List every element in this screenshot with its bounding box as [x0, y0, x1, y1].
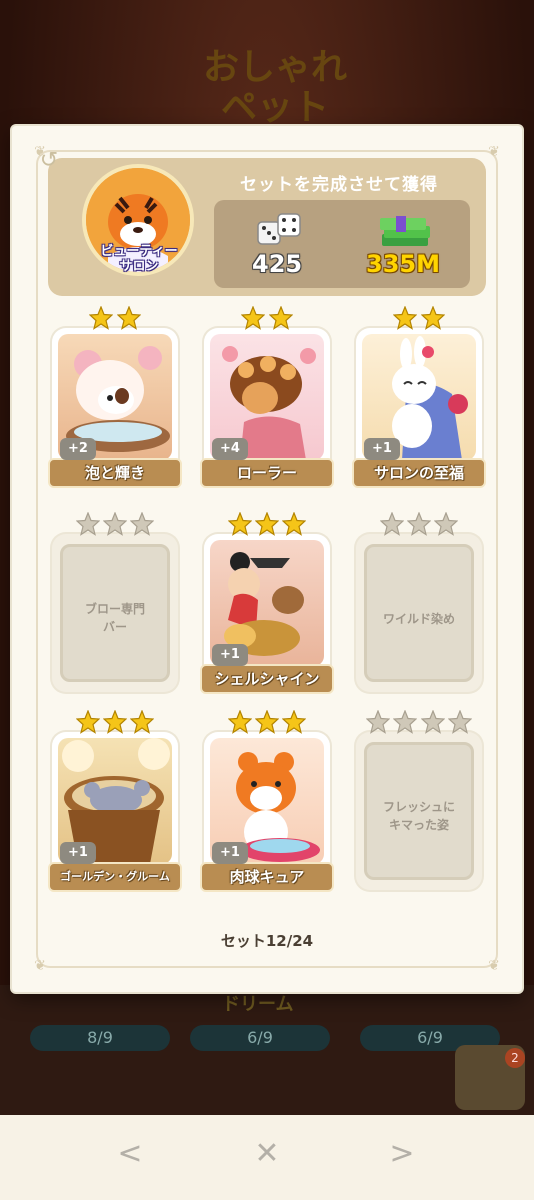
sticker-card-2[interactable]: +4 ローラー — [200, 306, 334, 488]
card-name: 肉球キュア — [200, 862, 334, 892]
cash-reward-value: 335M — [366, 250, 440, 278]
album-title-line2: ペット — [220, 87, 329, 128]
card-count-badge: +4 — [212, 438, 248, 460]
dice-icon — [257, 213, 301, 245]
card-count-badge: +1 — [60, 842, 96, 864]
card-stars — [356, 306, 482, 334]
card-name: サロンの至福 — [352, 458, 486, 488]
star-empty-icon — [434, 512, 459, 536]
star-icon — [75, 710, 100, 734]
missing-card-name-line2: バー — [102, 620, 127, 634]
star-icon — [116, 306, 141, 330]
star-empty-icon — [130, 512, 155, 536]
corner-ornament-icon: ❦ — [488, 144, 500, 160]
card-count-badge: +1 — [212, 842, 248, 864]
star-empty-icon — [103, 512, 127, 536]
card-name: シェルシャイン — [200, 664, 334, 694]
sticker-card-1[interactable]: +2 泡と輝き — [48, 306, 182, 488]
sticker-card-4-missing[interactable]: ブロー専門 バー — [52, 512, 178, 692]
corner-ornament-icon: ❦ — [34, 958, 46, 974]
star-icon — [268, 306, 293, 330]
card-count-badge: +1 — [364, 438, 400, 460]
album-title-line1: おしゃれ — [202, 47, 347, 88]
missing-card-name-line1: ブロー専門 — [84, 602, 145, 616]
card-stars — [52, 512, 178, 540]
notification-badge: 2 — [505, 1048, 525, 1068]
star-icon — [420, 306, 445, 330]
card-name: ゴールデン・グルーム — [48, 862, 182, 892]
reward-title: セットを完成させて獲得 — [240, 175, 438, 195]
card-count-badge: +1 — [212, 644, 248, 666]
close-button[interactable]: ✕ — [237, 1130, 297, 1178]
star-icon — [282, 710, 307, 734]
prev-set-button[interactable]: < — [100, 1130, 160, 1178]
star-empty-icon — [366, 710, 391, 734]
sticker-card-9-missing[interactable]: フレッシュに キマった姿 — [356, 710, 482, 890]
dice-reward-value: 425 — [252, 250, 303, 278]
card-name: 泡と輝き — [48, 458, 182, 488]
sticker-card-3[interactable]: +1 サロンの至福 — [352, 306, 486, 488]
background-set-label: ドリーム — [222, 994, 294, 1015]
star-empty-icon — [420, 710, 445, 734]
star-icon — [130, 710, 155, 734]
missing-card-frame: ワイルド染め — [356, 534, 482, 692]
card-stars — [204, 512, 330, 540]
star-empty-icon — [379, 512, 404, 536]
album-title: おしゃれ ペット — [195, 48, 355, 128]
set-name-line1: ビューティー — [100, 244, 178, 259]
star-icon — [103, 710, 127, 734]
set-name: ビューティー サロン — [80, 244, 198, 274]
card-stars — [52, 306, 178, 334]
star-icon — [255, 512, 279, 536]
missing-card-frame: ブロー専門 バー — [52, 534, 178, 692]
star-empty-icon — [407, 512, 431, 536]
card-stars — [356, 710, 482, 738]
star-empty-icon — [75, 512, 100, 536]
set-name-line2: サロン — [119, 259, 159, 274]
card-stars — [204, 710, 330, 738]
background-progress-1: 8/9 — [30, 1025, 170, 1051]
star-empty-icon — [447, 710, 472, 734]
sticker-card-8[interactable]: +1 肉球キュア — [200, 710, 334, 892]
star-icon — [241, 306, 266, 330]
missing-card-name: フレッシュに キマった姿 — [364, 798, 474, 834]
card-name: ローラー — [200, 458, 334, 488]
missing-card-name: ワイルド染め — [382, 612, 455, 626]
cash-stack-icon — [380, 216, 430, 246]
star-icon — [89, 306, 114, 330]
card-stars — [356, 512, 482, 540]
star-icon — [393, 306, 418, 330]
star-icon — [227, 710, 252, 734]
next-set-button[interactable]: > — [372, 1130, 432, 1178]
corner-ornament-icon: ❦ — [488, 958, 500, 974]
card-stars — [52, 710, 178, 738]
history-icon[interactable]: ↺ — [34, 146, 64, 176]
star-icon — [255, 710, 279, 734]
missing-card-name-line2: キマった姿 — [388, 818, 449, 832]
sticker-card-7[interactable]: +1 ゴールデン・グルーム — [48, 710, 182, 892]
star-icon — [282, 512, 307, 536]
background-progress-2: 6/9 — [190, 1025, 330, 1051]
star-empty-icon — [393, 710, 418, 734]
set-progress-text: セット12/24 — [220, 932, 314, 950]
missing-card-name: ブロー専門 バー — [60, 600, 170, 636]
card-stars — [204, 306, 330, 334]
sticker-card-6-missing[interactable]: ワイルド染め — [356, 512, 482, 692]
reward-box: 425 335M — [214, 200, 470, 288]
missing-card-frame: フレッシュに キマった姿 — [356, 732, 482, 890]
star-icon — [227, 512, 252, 536]
sticker-card-5[interactable]: +1 シェルシャイン — [200, 512, 334, 694]
missing-card-name-line1: フレッシュに — [382, 800, 455, 814]
card-count-badge: +2 — [60, 438, 96, 460]
